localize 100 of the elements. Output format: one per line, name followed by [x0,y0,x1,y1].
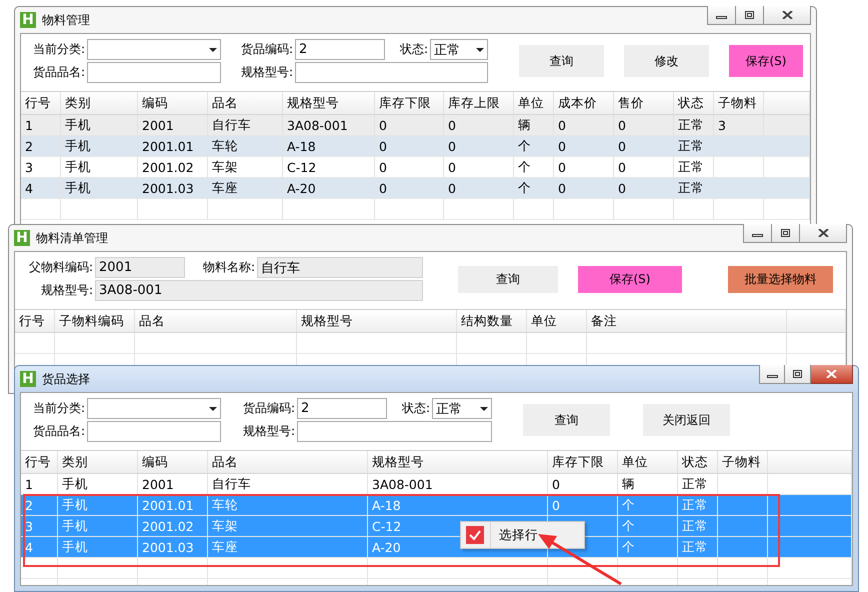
action-button[interactable]: 查询 [523,404,610,436]
table-cell: 正常 [678,474,718,494]
column-header[interactable]: 行号 [15,310,55,332]
app-logo: H [20,371,36,387]
close-button[interactable] [811,365,853,384]
table-cell: 0 [375,157,444,177]
table-cell: 0 [548,495,618,515]
table-cell: 0 [554,136,614,156]
table-cell: 3 [21,516,58,536]
table-cell: A-18 [368,495,548,515]
column-header[interactable]: 库存上限 [444,92,514,114]
column-header[interactable]: 库存下限 [375,92,444,114]
table-cell: 车轮 [208,136,283,156]
column-header[interactable]: 规格型号 [297,310,457,332]
table-cell: 2001.02 [138,516,208,536]
table-cell: 0 [614,157,674,177]
column-header[interactable]: 结构数量 [457,310,527,332]
table-cell: 0 [554,115,614,135]
column-header[interactable]: 行号 [21,92,61,114]
table-cell: 2 [21,495,58,515]
table-cell: 手机 [61,178,138,198]
dropdown[interactable]: 正常 [432,398,492,419]
table-cell: 手机 [58,495,138,515]
table-cell: 0 [554,157,614,177]
table-cell: 正常 [674,115,714,135]
column-header[interactable]: 品名 [208,451,368,473]
caret-icon [480,406,488,410]
input-field[interactable] [297,421,492,442]
maximize-icon [792,370,803,378]
table-cell: 正常 [674,178,714,198]
maximize-icon [744,11,755,19]
field-label: 货品品名: [32,64,86,81]
column-header[interactable]: 子物料 [714,92,764,114]
field-label: 规格型号: [40,282,94,299]
table-cell: 0 [444,178,514,198]
table-cell: 辆 [618,474,678,494]
table-cell: 2 [21,136,61,156]
column-header[interactable]: 子物料 [718,451,768,473]
table-cell: 2001.03 [138,178,208,198]
column-header[interactable]: 子物料编码 [55,310,135,332]
table-cell: 0 [554,178,614,198]
table-row[interactable]: 2 手机 2001.01 车轮 A-18 0 0 个 0 0 正常 [21,136,810,157]
column-header[interactable]: 单位 [514,92,554,114]
table-cell: 3A08-001 [283,115,375,135]
table-cell: 正常 [678,516,718,536]
table-cell: 手机 [58,474,138,494]
minimize-button[interactable] [759,365,785,384]
maximize-icon [780,229,791,237]
column-header[interactable]: 规格型号 [368,451,548,473]
table-cell: 0 [444,157,514,177]
column-header[interactable]: 售价 [614,92,674,114]
table-cell: 0 [614,115,674,135]
table-row[interactable]: 1 手机 2001 自行车 3A08-001 0 0 辆 0 0 正常 3 [21,115,810,136]
table-cell: 车座 [208,537,368,557]
table-cell: 个 [514,178,554,198]
maximize-button[interactable] [785,365,811,384]
column-header[interactable]: 品名 [135,310,297,332]
table-cell: 手机 [58,516,138,536]
app-logo: H [14,230,30,246]
column-header[interactable]: 单位 [618,451,678,473]
table-cell: 1 [21,474,58,494]
input-field[interactable]: 2 [297,398,387,419]
table-cell: 辆 [514,115,554,135]
field-label: 货品编码: [242,400,296,417]
window-title: 物料清单管理 [36,230,109,246]
table-cell: 2001.02 [138,157,208,177]
table-cell: 0 [444,136,514,156]
table-cell: 车架 [208,157,283,177]
column-header[interactable]: 状态 [678,451,718,473]
column-header[interactable]: 库存下限 [548,451,618,473]
action-button[interactable]: 关闭返回 [643,404,730,436]
table-cell: 正常 [674,157,714,177]
table-row[interactable]: 4 手机 2001.03 车座 A-20 0 0 个 0 0 正常 [21,178,810,199]
table-cell: A-18 [283,136,375,156]
column-header[interactable]: 状态 [674,92,714,114]
table-cell: 3 [714,115,764,135]
window-title: 物料管理 [42,12,91,28]
table-cell: 个 [514,157,554,177]
table-cell: 3A08-001 [368,474,548,494]
table-cell: 0 [375,136,444,156]
column-header[interactable]: 行号 [21,451,58,473]
input-field[interactable] [87,421,221,442]
column-header[interactable]: 类别 [61,92,138,114]
table-cell: 车轮 [208,495,368,515]
field-label: 当前分类: [32,41,86,58]
table-cell: 正常 [678,537,718,557]
column-header[interactable]: 备注 [587,310,787,332]
field-label: 状态: [398,41,429,58]
field-label: 货品品名: [32,423,86,440]
table-cell: 2001 [138,474,208,494]
column-header[interactable]: 类别 [58,451,138,473]
column-header[interactable]: 品名 [208,92,283,114]
column-header[interactable]: 编码 [138,92,208,114]
close-icon [826,370,837,378]
column-header[interactable]: 编码 [138,451,208,473]
table-cell: 0 [614,178,674,198]
column-header[interactable]: 成本价 [554,92,614,114]
column-header[interactable]: 规格型号 [283,92,375,114]
column-header[interactable]: 单位 [527,310,587,332]
table-cell: 0 [444,115,514,135]
